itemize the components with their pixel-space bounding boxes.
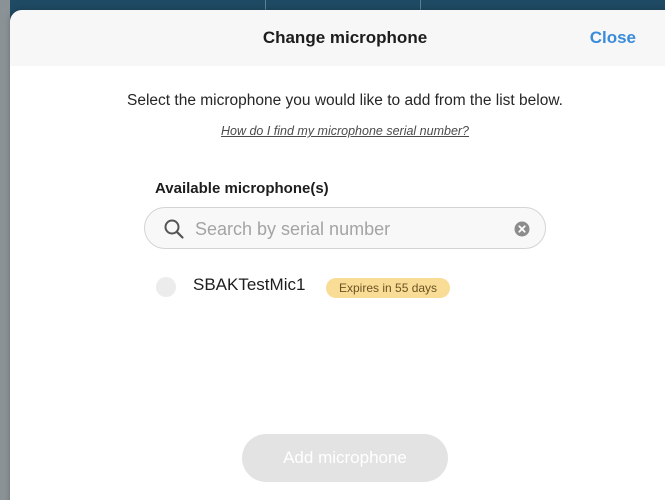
instructions-text: Select the microphone you would like to … xyxy=(127,92,563,109)
search-field[interactable] xyxy=(144,207,546,249)
clear-icon[interactable] xyxy=(514,221,530,237)
close-button[interactable]: Close xyxy=(590,10,636,66)
change-microphone-modal: Change microphone Close Select the micro… xyxy=(10,10,665,500)
background-app-edge xyxy=(0,0,10,500)
available-microphones-heading: Available microphone(s) xyxy=(155,180,329,197)
serial-number-help-link[interactable]: How do I find my microphone serial numbe… xyxy=(10,124,665,138)
microphone-name: SBAKTestMic1 xyxy=(193,275,306,294)
microphone-list-item[interactable]: SBAKTestMic1 Expires in 55 days xyxy=(156,274,516,298)
modal-header: Change microphone Close xyxy=(10,10,665,66)
modal-title: Change microphone xyxy=(262,28,428,47)
microphone-radio[interactable] xyxy=(156,277,176,297)
add-microphone-button[interactable]: Add microphone xyxy=(242,434,448,482)
expiry-badge: Expires in 55 days xyxy=(326,278,451,298)
search-icon xyxy=(164,219,184,239)
search-input[interactable] xyxy=(193,214,497,244)
